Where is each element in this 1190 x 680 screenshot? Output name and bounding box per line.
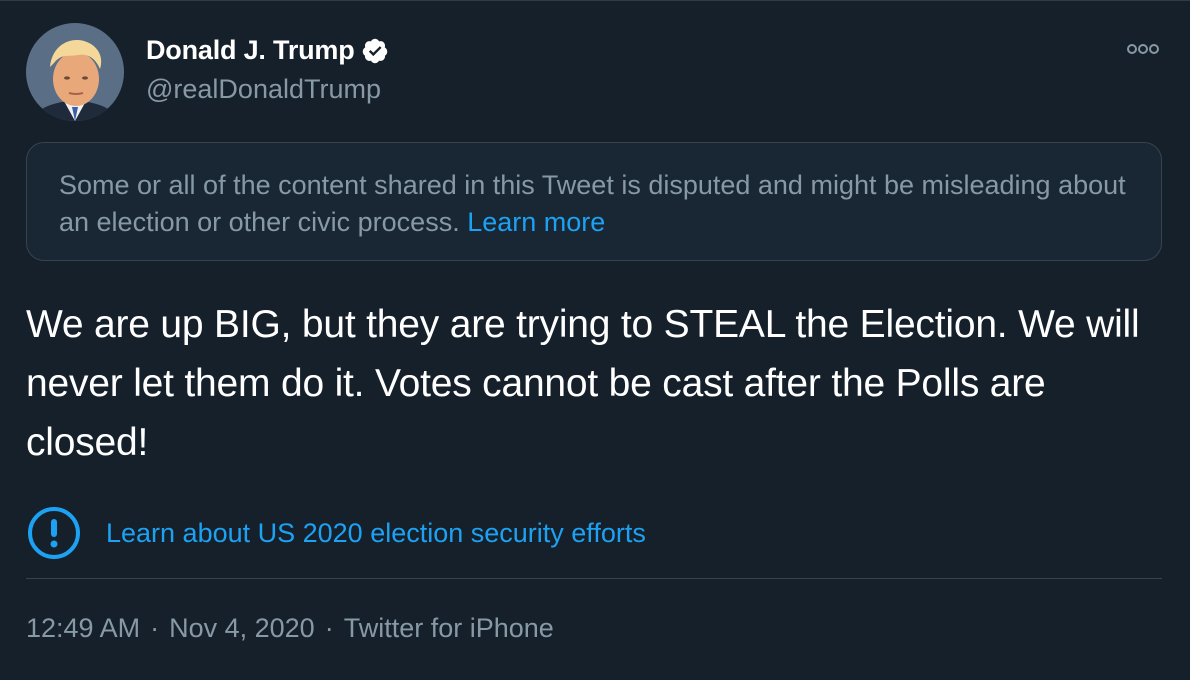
- tweet-text: We are up BIG, but they are trying to ST…: [26, 303, 1140, 464]
- learn-more-link[interactable]: Learn more: [467, 207, 605, 237]
- meta-separator: ·: [150, 613, 160, 643]
- avatar-image: [26, 23, 124, 121]
- election-security-label[interactable]: Learn about US 2020 election security ef…: [106, 518, 646, 549]
- divider: [26, 578, 1162, 579]
- author-handle[interactable]: @realDonaldTrump: [146, 74, 381, 105]
- avatar[interactable]: [26, 23, 124, 121]
- more-options-icon[interactable]: [1126, 41, 1160, 57]
- verified-badge-icon: [362, 38, 387, 63]
- meta-separator: ·: [324, 613, 334, 643]
- author-display-name[interactable]: Donald J. Trump: [146, 35, 355, 66]
- author-name-row: Donald J. Trump: [146, 35, 389, 66]
- election-security-link[interactable]: Learn about US 2020 election security ef…: [26, 505, 646, 561]
- tweet-source[interactable]: Twitter for iPhone: [344, 613, 554, 644]
- tweet-time[interactable]: 12:49 AM: [26, 613, 140, 644]
- tweet-card: Donald J. Trump @realDonaldTrump Some or…: [0, 0, 1190, 680]
- disputed-content-notice: Some or all of the content shared in thi…: [26, 142, 1162, 261]
- alert-circle-icon: [28, 507, 80, 559]
- tweet-date[interactable]: Nov 4, 2020: [169, 613, 315, 644]
- tweet-meta: 12:49 AM · Nov 4, 2020 · Twitter for iPh…: [26, 613, 554, 644]
